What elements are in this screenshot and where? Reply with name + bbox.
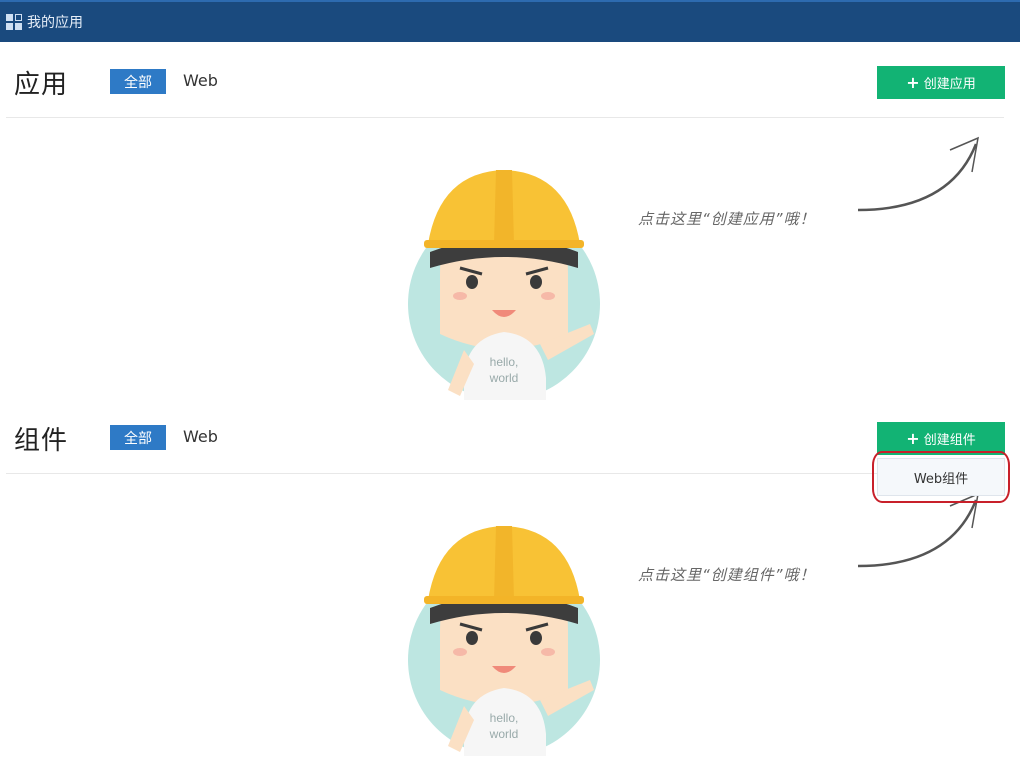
svg-text:world: world <box>489 727 519 741</box>
svg-text:hello,: hello, <box>490 355 519 369</box>
section-title: 组件 <box>14 426 69 456</box>
plus-icon: + <box>906 429 920 448</box>
components-section-header: 组件 全部 Web + 创建组件 <box>6 398 1005 474</box>
worker-illustration: hello, world <box>408 526 600 756</box>
create-component-hint: 点击这里“创建组件”哦！ <box>638 566 816 584</box>
highlight-ring <box>872 451 1010 503</box>
create-app-label: 创建应用 <box>923 77 976 92</box>
curved-arrow-icon <box>857 136 979 212</box>
filter-all-button[interactable]: 全部 <box>110 425 166 450</box>
top-bar-title: 我的应用 <box>27 15 83 31</box>
create-app-hint: 点击这里“创建应用”哦！ <box>638 210 816 228</box>
svg-text:world: world <box>489 371 519 385</box>
apps-section: 应用 全部 Web + 创建应用 hello, world 点击这里“创建应用”… <box>0 42 1020 400</box>
worker-illustration: hello, world <box>408 170 600 400</box>
filter-web-button[interactable]: Web <box>183 71 218 90</box>
filter-web-button[interactable]: Web <box>183 427 218 446</box>
top-bar: 我的应用 <box>0 0 1020 42</box>
apps-section-header: 应用 全部 Web + 创建应用 <box>6 42 1005 118</box>
plus-icon: + <box>906 73 920 92</box>
create-component-label: 创建组件 <box>923 433 976 448</box>
grid-icon <box>6 14 22 30</box>
section-title: 应用 <box>14 70 69 100</box>
filter-all-button[interactable]: 全部 <box>110 69 166 94</box>
svg-text:hello,: hello, <box>490 711 519 725</box>
components-section: 组件 全部 Web + 创建组件 hello, world 点击这里“创建组件”… <box>0 398 1020 759</box>
create-app-button[interactable]: + 创建应用 <box>877 66 1005 99</box>
